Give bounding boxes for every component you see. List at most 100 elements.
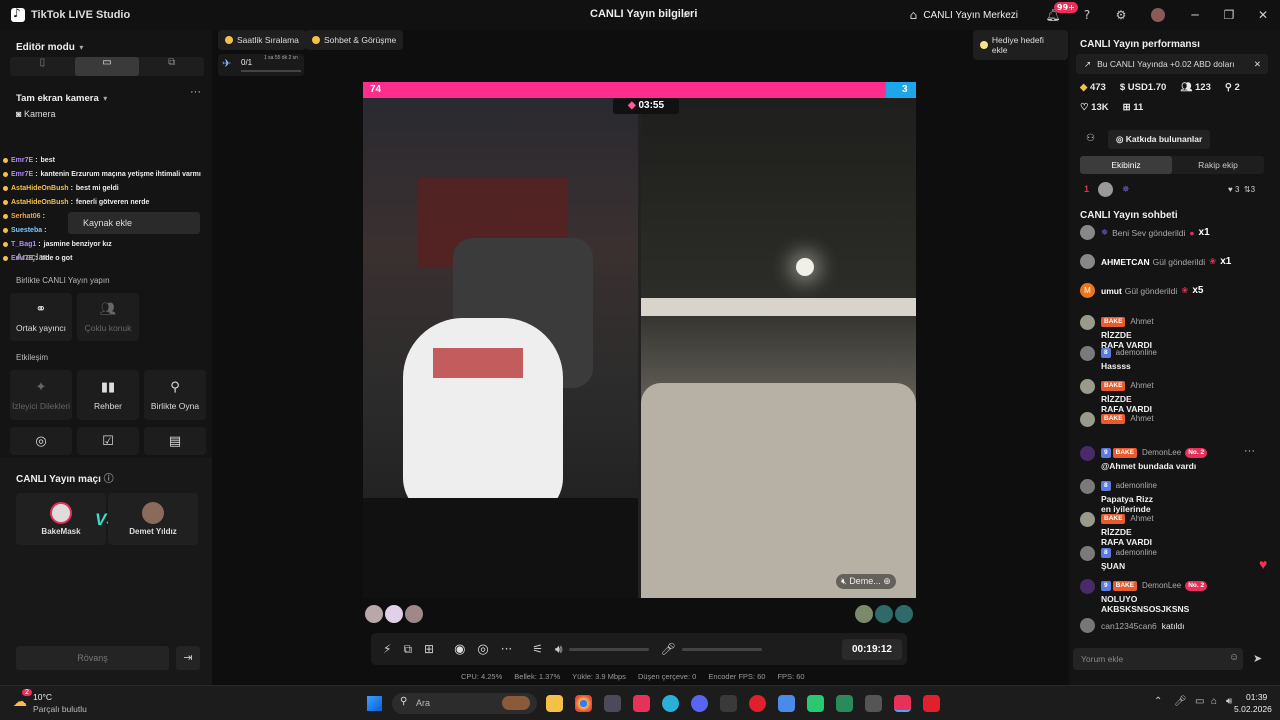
adjust-icon[interactable]: ⚟ bbox=[532, 642, 543, 656]
discord-icon[interactable] bbox=[691, 695, 708, 712]
settings-app-icon[interactable] bbox=[865, 695, 882, 712]
layout-icon[interactable]: ⧉ bbox=[139, 57, 204, 76]
media-icon[interactable] bbox=[720, 695, 737, 712]
minimize-button[interactable]: ─ bbox=[1178, 8, 1212, 22]
chat-message[interactable]: BAKE Ahmet RİZZDE RAFA VARDI bbox=[1080, 315, 1154, 350]
opera-icon[interactable] bbox=[749, 695, 766, 712]
chat-meet-chip[interactable]: Sohbet & Görüşme bbox=[305, 30, 404, 50]
tray-display-icon[interactable]: ▭ bbox=[1195, 696, 1204, 707]
chat-message[interactable]: BAKE Ahmet RİZZDE RAFA VARDI bbox=[1080, 512, 1154, 547]
dollar-icon: $ bbox=[1119, 82, 1126, 93]
gift-goal-chip[interactable]: Hediye hedefi ekle bbox=[973, 30, 1068, 60]
windows-start-icon[interactable] bbox=[367, 696, 382, 711]
gift-goal-progress[interactable]: ✈ 0/1 1 sa 55 dk 2 sn bbox=[218, 54, 304, 76]
tool-button-6[interactable]: ▤ bbox=[144, 427, 206, 455]
more-icon[interactable]: ··· bbox=[501, 642, 512, 656]
maximize-button[interactable]: ❐ bbox=[1212, 8, 1246, 22]
rank-avatar[interactable] bbox=[1098, 182, 1113, 197]
message-more-icon[interactable]: ··· bbox=[1244, 445, 1255, 457]
top-gifters-left[interactable] bbox=[365, 605, 423, 623]
capture-icon[interactable]: ◎ bbox=[477, 642, 488, 657]
chrome-icon[interactable] bbox=[575, 695, 592, 712]
guide-button[interactable]: ▮▮ Rehber bbox=[77, 370, 139, 420]
play-together-button[interactable]: ⚲ Birlikte Oyna bbox=[144, 370, 206, 420]
send-icon[interactable]: ➤ bbox=[1253, 652, 1262, 665]
settings-gear-icon[interactable]: ⚙ bbox=[1104, 8, 1138, 22]
clock-date[interactable]: 5.02.2026 bbox=[1234, 704, 1272, 714]
app2-icon[interactable] bbox=[836, 695, 853, 712]
mail-icon[interactable] bbox=[778, 695, 795, 712]
hourly-rank-chip[interactable]: Saatlik Sıralama bbox=[218, 30, 306, 50]
tray-network-icon[interactable]: ⌂ bbox=[1211, 696, 1217, 707]
link-icon: ⚭ bbox=[35, 301, 47, 317]
app-icon[interactable] bbox=[633, 695, 650, 712]
player1-avatar bbox=[50, 502, 72, 524]
mic-slider[interactable] bbox=[681, 647, 762, 651]
tray-mic-icon[interactable]: 🎤︎ bbox=[1174, 696, 1187, 707]
orientation-toggle[interactable]: ▯ ▭ ⧉ bbox=[10, 57, 204, 76]
store-icon[interactable] bbox=[604, 695, 621, 712]
player1-card[interactable]: BakeMask bbox=[16, 493, 106, 545]
edge-icon[interactable] bbox=[662, 695, 679, 712]
user-badge-icon bbox=[3, 199, 8, 205]
tiktok-studio-taskbar-icon[interactable] bbox=[894, 695, 911, 712]
tab-your-team[interactable]: Ekibiniz bbox=[1080, 156, 1172, 174]
youtube-icon[interactable] bbox=[923, 695, 940, 712]
close-button[interactable]: ✕ bbox=[1246, 8, 1280, 22]
magic-icon[interactable]: ⚡ bbox=[383, 642, 391, 656]
share-icon[interactable]: ↗ bbox=[682, 8, 691, 21]
chat-message[interactable]: BAKE Ahmet bbox=[1080, 412, 1154, 427]
opponent-camera bbox=[641, 98, 916, 598]
profile-avatar[interactable] bbox=[1151, 8, 1165, 22]
file-explorer-icon[interactable] bbox=[546, 695, 563, 712]
record-icon[interactable]: ◉ bbox=[454, 642, 465, 657]
battle-video[interactable]: 74 3 ◆ 03:55 🔇︎ Deme... ⊕ bbox=[363, 82, 916, 598]
clock-time[interactable]: 01:39 bbox=[1246, 692, 1267, 702]
chat-message[interactable]: 8 ademonline Hassss bbox=[1080, 346, 1157, 371]
volume-slider[interactable] bbox=[568, 647, 649, 651]
rival-score-bar bbox=[886, 82, 916, 98]
microphone-icon[interactable]: 🎤︎ bbox=[661, 642, 676, 656]
more-options-icon[interactable]: ··· bbox=[190, 86, 201, 98]
fan-badge: BAKE bbox=[1101, 316, 1126, 327]
opponent-tag[interactable]: 🔇︎ Deme... ⊕ bbox=[836, 574, 896, 589]
chat-message[interactable]: 8 ademonline Papatya Rizz en iyilerinde bbox=[1080, 479, 1157, 514]
landscape-icon[interactable]: ▭ bbox=[74, 57, 140, 76]
tool-button-4[interactable]: ◎ bbox=[10, 427, 72, 455]
chat-message[interactable]: 9 BAKE DemonLee No. 2 NOLUYO AKBSKSNSOSJKSNS bbox=[1080, 579, 1208, 614]
portrait-icon[interactable]: ▯ bbox=[10, 57, 75, 76]
chat-message[interactable]: BAKE Ahmet RİZZDE RAFA VARDI bbox=[1080, 379, 1154, 414]
editor-mode-dropdown[interactable]: Editör modu ▾ bbox=[16, 37, 83, 55]
tab-rival-team[interactable]: Rakip ekip bbox=[1172, 156, 1264, 174]
chrome-alt-icon[interactable] bbox=[807, 695, 824, 712]
camera-source[interactable]: ◙ Kamera bbox=[16, 109, 55, 119]
multi-guest-button[interactable]: 👥︎ Çoklu konuk bbox=[77, 293, 139, 341]
effects-icon[interactable]: ⧉ bbox=[403, 642, 412, 657]
add-scene-icon[interactable]: ⊞ bbox=[424, 642, 434, 656]
chat-message[interactable]: 8 ademonline ŞUAN bbox=[1080, 546, 1157, 571]
home-icon[interactable]: ⌂ bbox=[903, 8, 923, 22]
notification-bell-icon[interactable]: 🔔︎ 99+ bbox=[1036, 2, 1078, 22]
cohost-button[interactable]: ⚭ Ortak yayıncı bbox=[10, 293, 72, 341]
add-user-icon[interactable]: ⚇ bbox=[1086, 133, 1095, 144]
contributors-button[interactable]: ◎ Katkıda bulunanlar bbox=[1108, 130, 1211, 149]
close-banner-icon[interactable]: ✕ bbox=[1254, 59, 1261, 70]
host-camera bbox=[363, 98, 638, 598]
taskbar-search[interactable]: ⚲ Ara bbox=[392, 693, 537, 714]
speaker-icon[interactable]: 🔊︎ bbox=[555, 642, 563, 657]
weather-badge: 2 bbox=[22, 689, 32, 696]
tool-button-5[interactable]: ☑ bbox=[77, 427, 139, 455]
exit-match-icon[interactable]: ⇥ bbox=[176, 646, 200, 670]
comment-input[interactable]: Yorum ekle ☺ bbox=[1073, 648, 1243, 670]
chat-message[interactable]: 9 BAKE DemonLee No. 2 @Ahmet bundada vardı bbox=[1080, 446, 1208, 471]
player2-card[interactable]: Demet Yıldız bbox=[108, 493, 198, 545]
tray-chevron-icon[interactable]: ⌃ bbox=[1154, 696, 1162, 707]
rematch-button[interactable]: Rövanş bbox=[16, 646, 169, 670]
add-source-button[interactable]: Kaynak ekle bbox=[68, 212, 200, 234]
tray-volume-icon[interactable]: 🔊︎ bbox=[1226, 696, 1232, 707]
scene-dropdown[interactable]: Tam ekran kamera ▾ bbox=[16, 88, 107, 106]
live-center-button[interactable]: CANLI Yayın Merkezi bbox=[923, 10, 1018, 21]
top-gifters-right[interactable] bbox=[855, 605, 913, 623]
match-header: CANLI Yayın maçı ⓘ bbox=[16, 474, 114, 485]
viewer-wishes-button[interactable]: ✦ İzleyici Dilekleri bbox=[10, 370, 72, 420]
